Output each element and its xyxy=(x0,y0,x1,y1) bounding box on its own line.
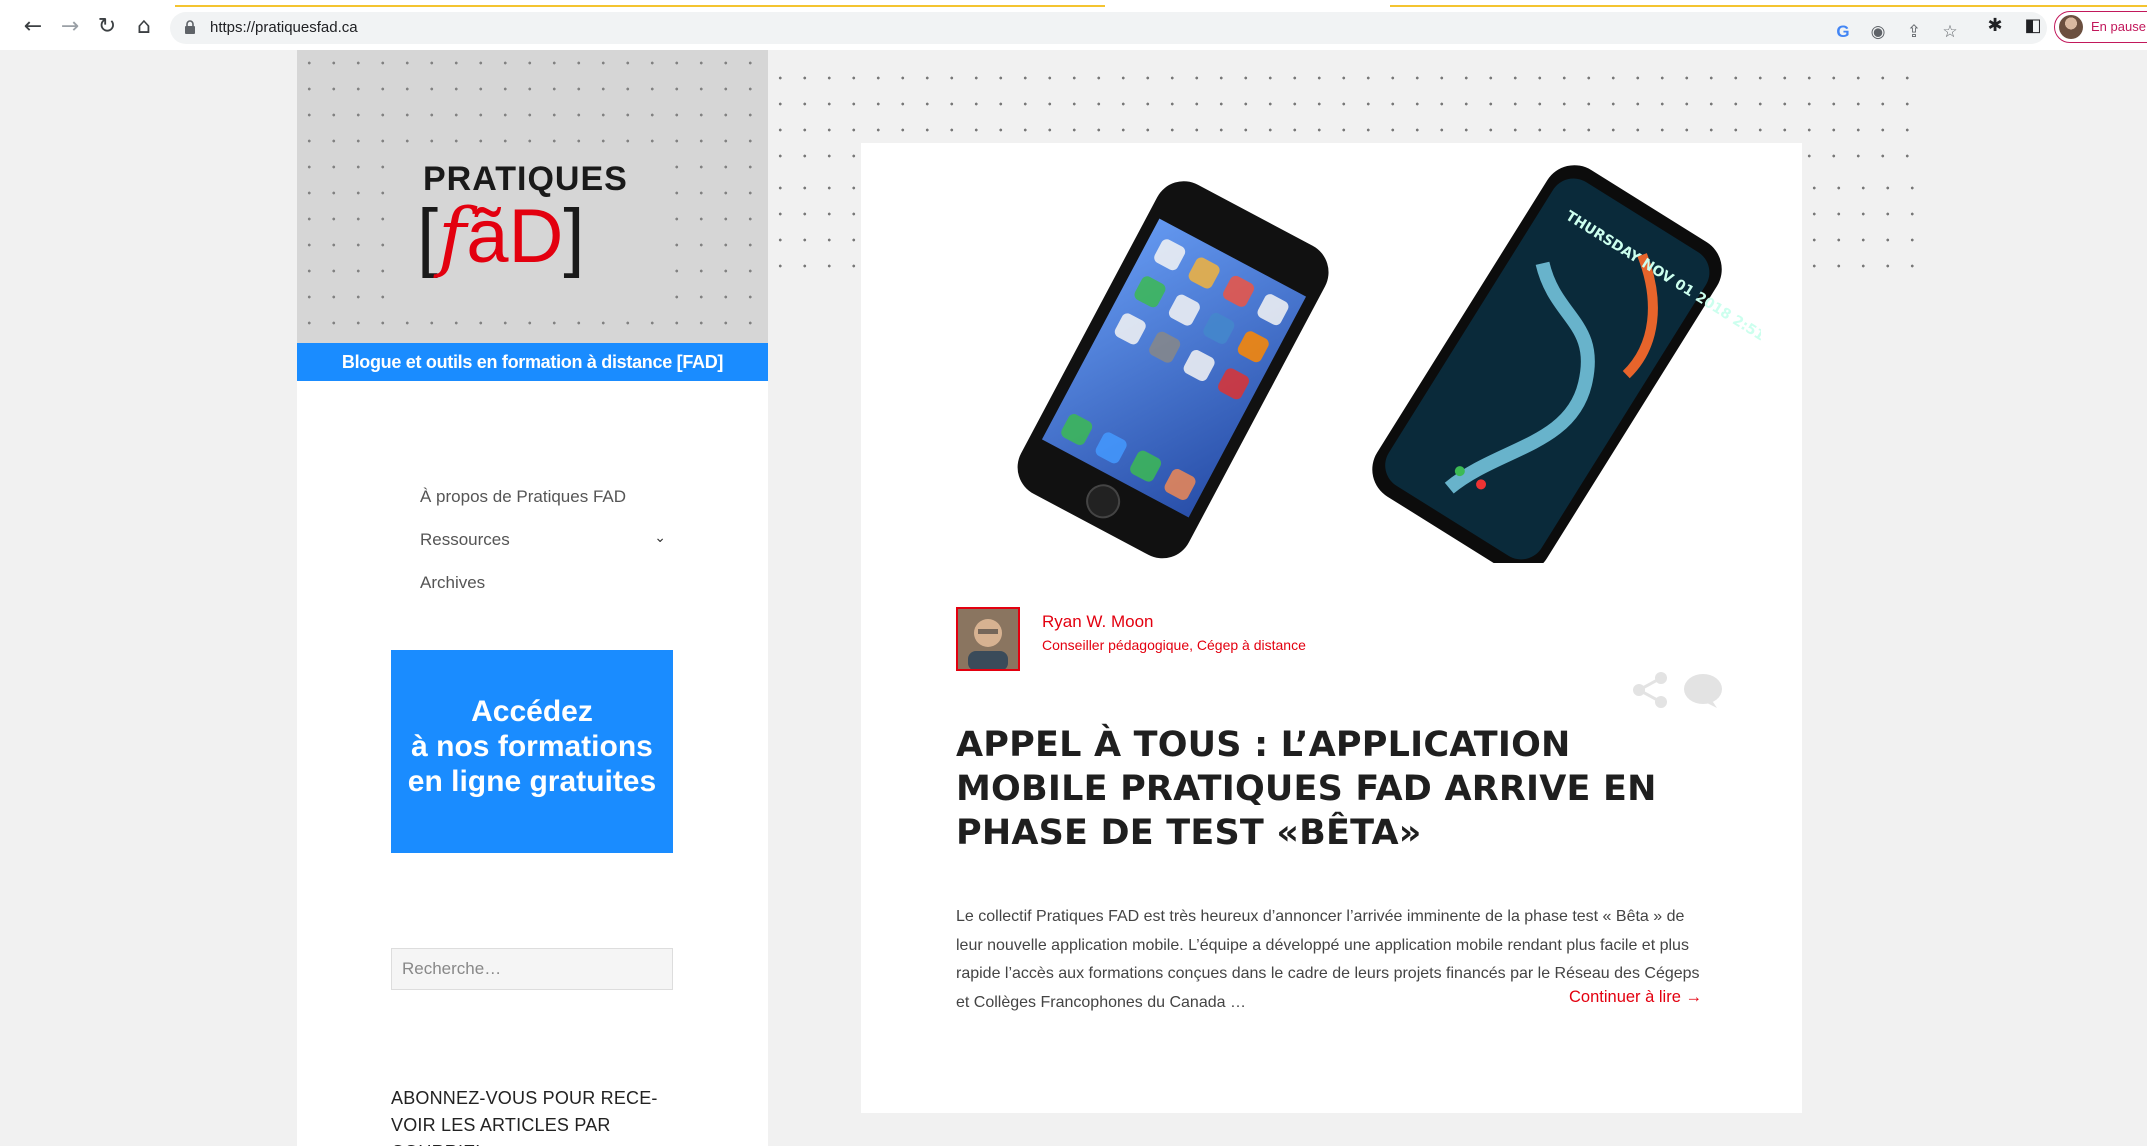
address-bar[interactable]: https://pratiquesfad.ca G ◉ ⇪ ☆ xyxy=(170,12,2047,44)
google-icon[interactable]: G xyxy=(1832,21,1854,43)
menu-item-label: Archives xyxy=(420,572,486,592)
eye-off-icon[interactable]: ◉ xyxy=(1867,21,1889,43)
site-tagline: Blogue et outils en formation à distance… xyxy=(297,343,768,381)
share-icon[interactable] xyxy=(1631,670,1671,710)
loading-bar xyxy=(1390,5,2147,7)
main-menu: À propos de Pratiques FAD Ressources ⌄ Ar… xyxy=(420,475,670,604)
forward-icon[interactable]: → xyxy=(57,13,83,39)
dot-pattern xyxy=(1802,175,1918,283)
web-page: PRATIQUES [fãD] Blogue et outils en form… xyxy=(16,50,2147,1146)
profile-status: En pause xyxy=(2091,19,2146,34)
reload-icon[interactable]: ↻ xyxy=(94,13,120,39)
author-role: Conseiller pédagogique, Cégep à distance xyxy=(1042,637,1306,653)
sidepanel-icon[interactable]: ◧ xyxy=(2021,13,2045,37)
menu-item-label: Ressources xyxy=(420,529,510,549)
logo-text-bottom: [fãD] xyxy=(417,191,585,280)
sidebar: PRATIQUES [fãD] Blogue et outils en form… xyxy=(297,50,768,1146)
menu-item-about[interactable]: À propos de Pratiques FAD xyxy=(420,475,670,518)
star-icon[interactable]: ☆ xyxy=(1939,21,1961,43)
browser-toolbar: ← → ↻ ⌂ https://pratiquesfad.ca G ◉ ⇪ ☆ … xyxy=(0,0,2147,50)
menu-item-resources[interactable]: Ressources ⌄ xyxy=(420,518,670,561)
lock-icon[interactable] xyxy=(184,20,196,34)
author-name[interactable]: Ryan W. Moon xyxy=(1042,612,1154,632)
url-text[interactable]: https://pratiquesfad.ca xyxy=(210,19,358,36)
share-page-icon[interactable]: ⇪ xyxy=(1903,21,1925,43)
menu-item-label: À propos de Pratiques FAD xyxy=(420,486,627,506)
extensions-icon[interactable]: ✱ xyxy=(1983,13,2007,37)
menu-item-archives[interactable]: Archives xyxy=(420,561,670,604)
chevron-down-icon[interactable]: ⌄ xyxy=(654,530,666,546)
loading-bar xyxy=(175,5,1105,7)
dot-pattern xyxy=(768,175,861,283)
site-logo[interactable]: PRATIQUES [fãD] xyxy=(393,150,673,300)
comment-icon[interactable] xyxy=(1683,673,1723,709)
profile-button[interactable]: En pause xyxy=(2054,11,2147,43)
continue-reading-link[interactable]: Continuer à lire → xyxy=(1569,988,1702,1007)
article-title[interactable]: Appel à tous : L’application mobile Prat… xyxy=(956,723,1716,855)
featured-image[interactable]: THURSDAY NOV 01 2018 2:51 PM xyxy=(931,163,1761,563)
site-branding: PRATIQUES [fãD] xyxy=(297,50,768,343)
promo-line: à nos formations xyxy=(411,730,653,763)
profile-avatar xyxy=(2059,15,2083,39)
subscribe-heading: ABONNEZ-VOUS POUR RECE-VOIR LES ARTICLES… xyxy=(391,1088,658,1146)
free-courses-banner[interactable]: Accédez à nos formations en ligne gratui… xyxy=(391,650,673,853)
author-avatar[interactable] xyxy=(956,607,1020,671)
article-card: THURSDAY NOV 01 2018 2:51 PM Ryan W. Moo… xyxy=(861,143,1802,1113)
back-icon[interactable]: ← xyxy=(20,13,46,39)
promo-line: en ligne gratuites xyxy=(407,765,657,798)
search-input[interactable] xyxy=(391,948,673,990)
home-icon[interactable]: ⌂ xyxy=(131,13,157,39)
promo-line: Accédez xyxy=(471,695,593,728)
